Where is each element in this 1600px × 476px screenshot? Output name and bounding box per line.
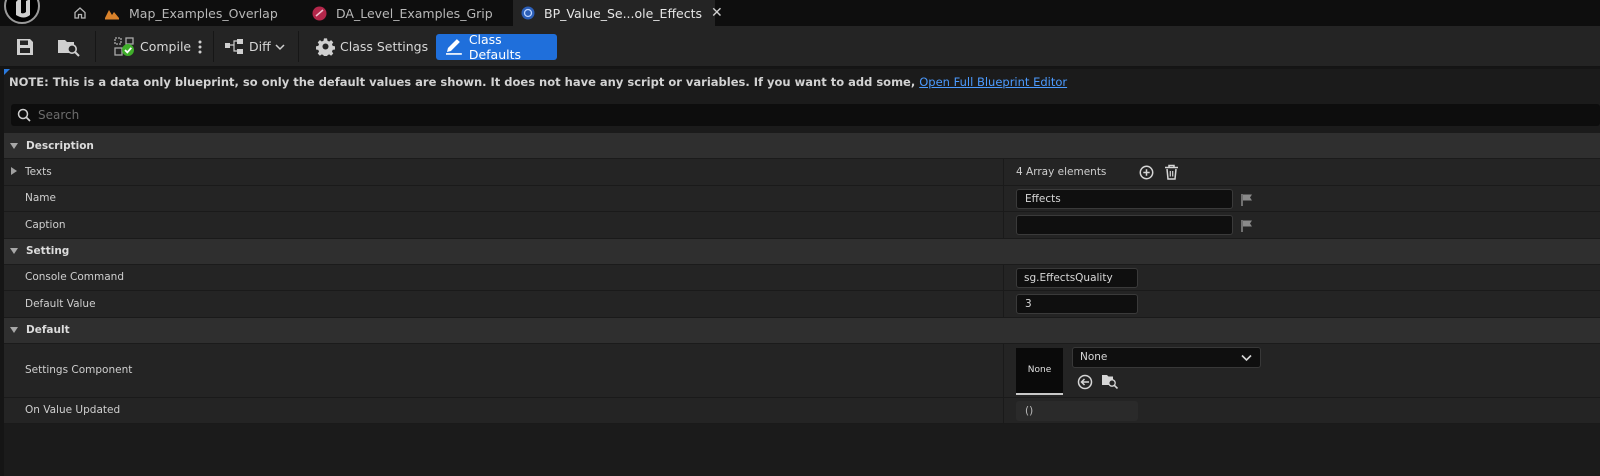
localization-flag-icon[interactable] <box>1241 193 1253 207</box>
property-row-on-value-updated: On Value Updated () <box>4 397 1600 424</box>
column-splitter[interactable] <box>1003 343 1004 397</box>
class-defaults-button[interactable]: Class Defaults <box>436 32 557 62</box>
tab-da-level-examples-grip[interactable]: DA_Level_Examples_Grip <box>312 0 493 26</box>
property-label: Default Value <box>25 297 96 310</box>
details-panel: NOTE: This is a data only blueprint, so … <box>4 69 1600 476</box>
save-icon <box>17 38 33 55</box>
column-splitter[interactable] <box>1003 185 1004 211</box>
gear-icon <box>316 38 335 56</box>
asset-thumbnail[interactable]: None <box>1016 347 1063 395</box>
use-selected-asset-icon[interactable] <box>1077 374 1093 390</box>
property-label: Name <box>25 192 56 205</box>
category-label: Description <box>26 139 94 152</box>
localization-flag-icon[interactable] <box>1241 219 1253 233</box>
diff-icon <box>225 38 243 54</box>
edit-pencil-icon <box>445 39 462 55</box>
console-command-field[interactable]: sg.EffectsQuality <box>1016 267 1138 288</box>
tab-label: Map_Examples_Overlap <box>129 5 278 21</box>
search-box[interactable] <box>11 104 1600 126</box>
settings-component-dropdown[interactable]: None <box>1072 346 1261 368</box>
search-icon <box>17 108 31 122</box>
unreal-logo-icon[interactable] <box>0 0 48 26</box>
property-row-caption: Caption <box>4 212 1600 239</box>
data-only-note: NOTE: This is a data only blueprint, so … <box>9 75 1067 91</box>
column-splitter[interactable] <box>1003 397 1004 423</box>
diff-button[interactable]: Diff <box>224 26 285 67</box>
dropdown-value: None <box>1080 351 1108 363</box>
search-input[interactable] <box>38 107 1038 123</box>
tab-map-examples-overlap[interactable]: Map_Examples_Overlap <box>104 0 278 26</box>
collapse-arrow-icon[interactable] <box>10 248 18 254</box>
category-default[interactable]: Default <box>4 317 1600 344</box>
folder-search-icon <box>58 39 80 57</box>
class-settings-button[interactable]: Class Settings <box>316 26 428 67</box>
diff-label: Diff <box>249 39 271 54</box>
data-asset-icon <box>312 6 327 21</box>
tab-bar: Map_Examples_Overlap DA_Level_Examples_G… <box>0 0 1600 26</box>
category-description[interactable]: Description <box>4 133 1600 159</box>
property-label: Settings Component <box>25 364 133 376</box>
column-splitter[interactable] <box>1003 159 1004 185</box>
column-splitter[interactable] <box>1003 212 1004 238</box>
home-icon[interactable] <box>66 0 94 26</box>
default-value-field[interactable]: 3 <box>1016 294 1138 314</box>
chevron-down-icon <box>1241 354 1252 361</box>
category-setting[interactable]: Setting <box>4 238 1600 265</box>
close-icon[interactable]: ✕ <box>711 5 723 21</box>
property-list: Description Texts 4 Array elements Name … <box>4 133 1600 424</box>
on-value-updated-field[interactable]: () <box>1016 400 1138 421</box>
property-label: Texts <box>25 165 52 178</box>
caption-text-field[interactable] <box>1016 215 1233 235</box>
expand-arrow-icon[interactable] <box>11 167 17 175</box>
toolbar: Compile Diff Class Settings Class Defaul… <box>0 26 1600 67</box>
property-row-settings-component: Settings Component None None <box>4 343 1600 398</box>
category-label: Setting <box>26 245 70 257</box>
property-label: On Value Updated <box>25 404 121 416</box>
name-text-field[interactable]: Effects <box>1016 188 1233 209</box>
open-full-blueprint-editor-link[interactable]: Open Full Blueprint Editor <box>919 75 1067 89</box>
tab-label: BP_Value_Se...ole_Effects <box>544 5 703 21</box>
compile-options-button[interactable] <box>195 26 205 67</box>
category-label: Default <box>26 324 70 336</box>
level-map-icon <box>104 6 120 20</box>
class-settings-label: Class Settings <box>340 39 429 54</box>
property-row-default-value: Default Value 3 <box>4 291 1600 318</box>
property-row-name: Name Effects <box>4 185 1600 212</box>
column-splitter[interactable] <box>1003 264 1004 290</box>
collapse-arrow-icon[interactable] <box>10 142 18 149</box>
browse-to-asset-icon[interactable] <box>1101 373 1119 389</box>
compile-success-icon <box>114 36 134 56</box>
note-text: NOTE: This is a data only blueprint, so … <box>9 75 916 89</box>
compile-label: Compile <box>140 39 192 54</box>
collapse-arrow-icon[interactable] <box>10 327 18 333</box>
property-row-texts: Texts 4 Array elements <box>4 159 1600 186</box>
column-splitter[interactable] <box>1003 291 1004 317</box>
add-element-icon[interactable] <box>1139 165 1154 180</box>
class-defaults-label: Class Defaults <box>468 32 521 62</box>
property-label: Caption <box>25 218 66 231</box>
property-label: Console Command <box>25 271 124 284</box>
property-row-console-command: Console Command sg.EffectsQuality <box>4 264 1600 291</box>
chevron-down-icon <box>275 43 285 50</box>
array-count: 4 Array elements <box>1016 165 1107 178</box>
browse-asset-button[interactable] <box>57 26 81 67</box>
blueprint-icon <box>521 6 535 20</box>
save-button[interactable] <box>15 26 35 67</box>
trash-icon[interactable] <box>1164 164 1179 180</box>
compile-button[interactable]: Compile <box>114 26 191 67</box>
tab-label: DA_Level_Examples_Grip <box>336 5 493 21</box>
more-vertical-icon <box>198 40 202 53</box>
tab-bp-value-console-effects[interactable]: BP_Value_Se...ole_Effects ✕ <box>513 0 723 26</box>
